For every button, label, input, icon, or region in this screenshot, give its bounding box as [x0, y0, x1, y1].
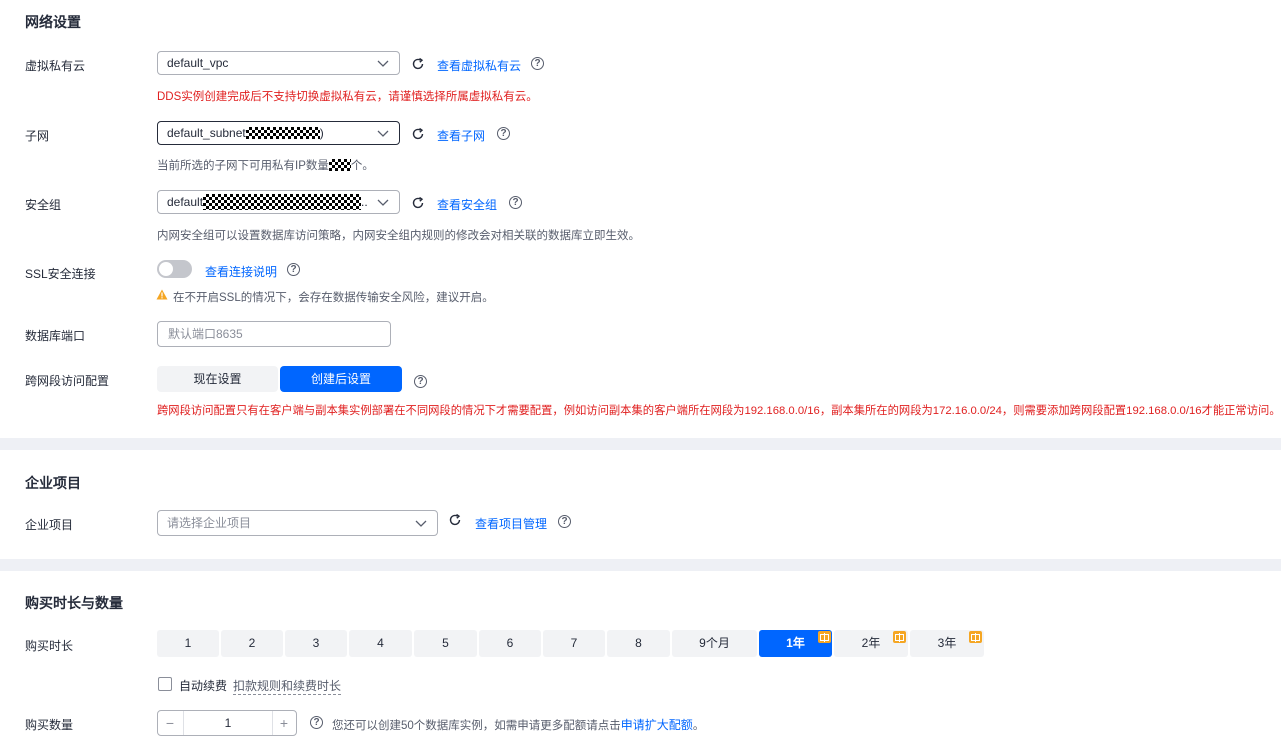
view-project-management-link[interactable]: 查看项目管理 [475, 515, 547, 532]
security-group-note: 内网安全组可以设置数据库访问策略，内网安全组内规则的修改会对相关联的数据库立即生… [157, 230, 640, 242]
auto-renew-label: 自动续费 [179, 679, 228, 693]
enterprise-section-title: 企业项目 [25, 475, 81, 491]
duration-option-2[interactable]: 2 [221, 630, 283, 657]
ssl-toggle[interactable] [157, 260, 192, 278]
quantity-value[interactable]: 1 [183, 711, 273, 735]
refresh-icon[interactable] [411, 196, 425, 210]
duration-option-1[interactable]: 1 [157, 630, 219, 657]
subnet-note: 当前所选的子网下可用私有IP数量 个。 [157, 159, 374, 172]
duration-option-6[interactable]: 6 [479, 630, 541, 657]
ssl-label: SSL安全连接 [25, 267, 96, 281]
section-divider [0, 438, 1281, 450]
refresh-icon[interactable] [411, 57, 425, 71]
duration-option-5[interactable]: 5 [414, 630, 477, 657]
subnet-select-suffix: ) [319, 126, 324, 140]
help-icon[interactable]: ? [497, 127, 510, 140]
duration-option-3[interactable]: 3 [285, 630, 347, 657]
duration-label: 购买时长 [25, 639, 74, 653]
vpc-note: DDS实例创建完成后不支持切换虚拟私有云，请谨慎选择所属虚拟私有云。 [157, 91, 538, 103]
enterprise-project-select[interactable]: 请选择企业项目 [157, 510, 438, 536]
chevron-down-icon [377, 199, 389, 206]
increment-button[interactable]: + [272, 711, 296, 735]
subnet-label: 子网 [25, 129, 50, 143]
chevron-down-icon [415, 520, 427, 527]
view-security-group-link[interactable]: 查看安全组 [437, 196, 497, 213]
cross-segment-label: 跨网段访问配置 [25, 374, 110, 388]
toggle-knob [159, 262, 173, 276]
refresh-icon[interactable] [411, 127, 425, 141]
cross-segment-note: 跨网段访问配置只有在客户端与副本集实例部署在不同网段的情况下才需要配置，例如访问… [157, 405, 1281, 417]
option-set-after-create[interactable]: 创建后设置 [280, 366, 402, 392]
enterprise-project-placeholder: 请选择企业项目 [167, 516, 252, 530]
view-vpc-link[interactable]: 查看虚拟私有云 [437, 57, 521, 74]
chevron-down-icon [377, 130, 389, 137]
security-group-select[interactable]: default.. [157, 190, 400, 214]
ssl-warning: 在不开启SSL的情况下，会存在数据传输安全风险，建议开启。 [173, 292, 494, 304]
redacted-mask [245, 127, 320, 139]
duration-option-9-months[interactable]: 9个月 [672, 630, 757, 657]
warning-icon [156, 289, 168, 300]
port-input[interactable]: 默认端口8635 [157, 321, 391, 347]
help-icon[interactable]: ? [558, 515, 571, 528]
auto-renew-rules-link[interactable]: 扣款规则和续费时长 [233, 677, 342, 695]
help-icon[interactable]: ? [509, 196, 522, 209]
purchase-section-title: 购买时长与数量 [25, 595, 123, 611]
gift-icon [818, 631, 831, 643]
gift-icon [893, 631, 906, 643]
duration-option-7[interactable]: 7 [543, 630, 605, 657]
quantity-label: 购买数量 [25, 718, 74, 732]
refresh-icon[interactable] [448, 513, 462, 527]
network-section-title: 网络设置 [25, 14, 81, 30]
quota-note: 您还可以创建50个数据库实例，如需申请更多配额请点击申请扩大配额。 [332, 718, 705, 732]
help-icon[interactable]: ? [287, 263, 300, 276]
subnet-select[interactable]: default_subnet) [157, 121, 400, 145]
view-subnet-link[interactable]: 查看子网 [437, 127, 485, 144]
vpc-label: 虚拟私有云 [25, 59, 86, 73]
help-icon[interactable]: ? [414, 375, 427, 388]
view-ssl-doc-link[interactable]: 查看连接说明 [205, 263, 277, 280]
redacted-mask [203, 194, 362, 210]
vpc-select[interactable]: default_vpc [157, 51, 400, 75]
port-label: 数据库端口 [25, 329, 86, 343]
help-icon[interactable]: ? [310, 716, 323, 729]
duration-option-4[interactable]: 4 [349, 630, 412, 657]
security-group-label: 安全组 [25, 198, 62, 212]
vpc-select-value: default_vpc [167, 56, 229, 70]
apply-quota-link[interactable]: 申请扩大配额 [621, 718, 693, 732]
auto-renew-checkbox[interactable] [158, 677, 172, 691]
quantity-stepper[interactable]: − 1 + [157, 710, 297, 736]
chevron-down-icon [377, 60, 389, 67]
help-icon[interactable]: ? [531, 57, 544, 70]
duration-option-8[interactable]: 8 [607, 630, 670, 657]
section-divider [0, 559, 1281, 571]
security-group-select-value: default [167, 195, 204, 209]
gift-icon [969, 631, 982, 643]
option-set-now[interactable]: 现在设置 [157, 366, 278, 392]
enterprise-label: 企业项目 [25, 518, 74, 532]
subnet-select-value: default_subnet [167, 126, 246, 140]
decrement-button[interactable]: − [158, 711, 182, 735]
